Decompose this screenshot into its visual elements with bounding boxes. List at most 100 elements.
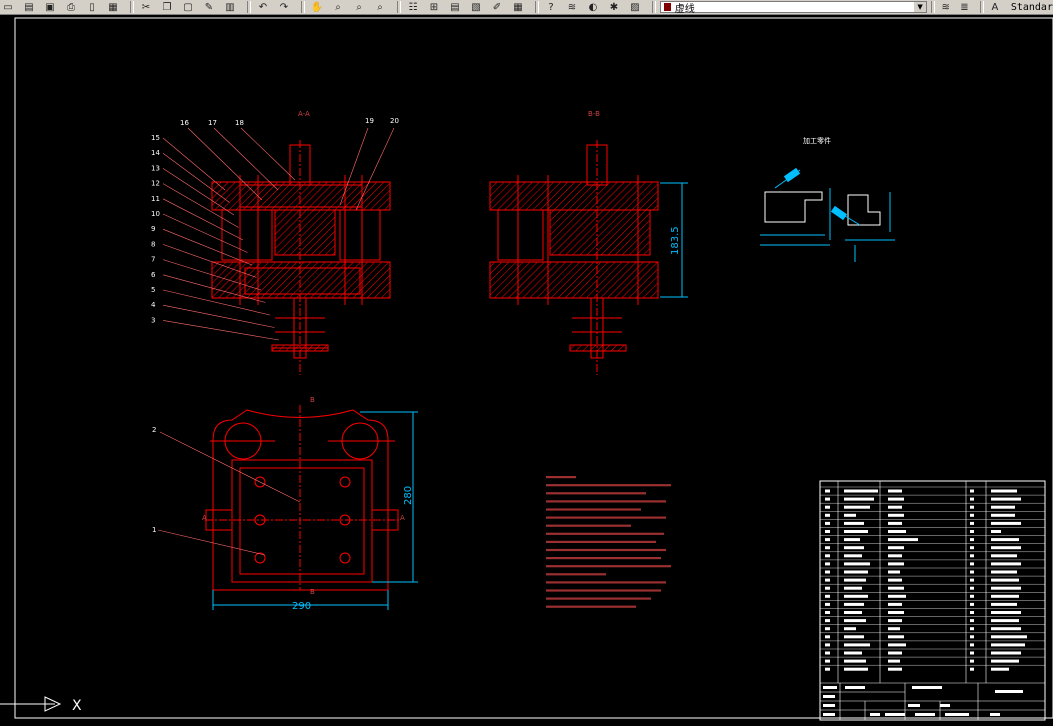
publish-icon[interactable]: ▦ [105,1,121,14]
parts-list-code [844,643,870,647]
layer-previous-icon[interactable]: ≋ [939,1,953,14]
section-view-aa: A-A [211,110,391,375]
layer-lock-icon[interactable]: ▨ [627,1,643,14]
parts-list-name [888,627,900,631]
parts-list-code [844,651,862,655]
part-numbers-top: 16 17 18 19 20 [180,117,399,127]
drawing-canvas[interactable]: A-A 1514131211109876543 16 17 18 19 20 B… [0,15,1053,726]
parts-list-index [825,578,830,582]
properties-icon[interactable]: ☷ [405,1,421,14]
dim-height-text: 183.5 [670,226,681,255]
view-mark-b-bottom: B [310,588,315,596]
parts-list-index [825,643,830,647]
dimension-height: 183.5 [660,182,688,298]
zoom-previous-icon[interactable]: ⌕ [372,1,388,14]
ucs-icon: X [0,696,82,714]
parts-list-index [825,659,830,663]
right-guide-block [339,209,381,261]
parts-list-qty [970,659,974,663]
parts-list-material [991,586,1021,590]
leader-3 [162,320,280,341]
help-icon[interactable]: ? [543,1,559,14]
parts-list-material [991,619,1019,623]
parts-list-code [844,570,868,574]
new-icon[interactable]: ▭ [0,1,16,14]
markup-icon[interactable]: ✐ [489,1,505,14]
toolbar-separator [980,1,985,13]
open-icon[interactable]: ▤ [21,1,37,14]
parts-list-index [825,570,830,574]
sheet-set-icon[interactable]: ▧ [468,1,484,14]
part-number-7: 7 [151,256,155,264]
layer-manager-icon[interactable]: ≋ [564,1,580,14]
design-center-icon[interactable]: ⊞ [426,1,442,14]
copy-icon[interactable]: ❐ [159,1,175,14]
part-number-13: 13 [151,164,160,172]
pan-icon[interactable]: ✋ [309,1,325,14]
parts-list-name [888,635,904,639]
part-number-12: 12 [151,180,160,188]
ucs-x-label: X [72,698,82,714]
part-number-2: 2 [152,426,156,434]
quickcalc-icon[interactable]: ▦ [510,1,526,14]
leader-10 [162,213,248,253]
save-icon[interactable]: ▣ [42,1,58,14]
parts-list-material [991,643,1025,647]
parts-list-code [844,530,868,533]
parts-list-qty [970,546,974,550]
text-style-name[interactable]: Standar [1011,2,1053,13]
parts-list-qty [970,530,974,533]
undo-icon[interactable]: ↶ [255,1,271,14]
parts-list-index [825,505,830,509]
zoom-window-icon[interactable]: ⌕ [351,1,367,14]
plan-inner-rect [239,467,365,575]
block-editor-icon[interactable]: ▥ [222,1,238,14]
parts-list-name [888,538,918,542]
parts-list-qty [970,619,974,623]
plan-leaders [157,431,301,556]
leader-4 [162,304,275,328]
parts-list-name [888,594,906,598]
match-properties-icon[interactable]: ✎ [201,1,217,14]
redo-icon[interactable]: ↷ [276,1,292,14]
parts-list-qty [970,602,974,606]
layer-freeze-icon[interactable]: ✱ [606,1,622,14]
parts-list-qty [970,627,974,631]
parts-list-material [991,578,1019,582]
ejector-washer [271,344,329,352]
parts-list-index [825,513,830,517]
cut-icon[interactable]: ✂ [138,1,154,14]
plot-preview-icon[interactable]: ▯ [84,1,100,14]
parts-list-name [888,667,902,671]
parts-list-material [991,521,1021,525]
workpiece-profile-1 [764,191,823,223]
tool-palettes-icon[interactable]: ▤ [447,1,463,14]
layer-dropdown[interactable]: 虚线 ▼ [659,1,928,14]
layer-on-icon[interactable]: ◐ [585,1,601,14]
zoom-realtime-icon[interactable]: ⌕ [330,1,346,14]
parts-list-index [825,530,830,533]
section-label-aa: A-A [298,110,310,118]
layer-states-icon[interactable]: ≣ [958,1,972,14]
text-style-icon[interactable]: A [988,1,1002,14]
leader-2 [159,431,301,503]
lower-plate [211,261,391,299]
middle-block-bb [549,209,651,256]
paste-icon[interactable]: ▢ [180,1,196,14]
toolbar-separator [397,1,401,13]
parts-list-material [991,562,1021,566]
bolt-hole-4 [339,552,351,564]
parts-list-name [888,611,904,614]
parts-list-code [844,586,862,590]
parts-list-qty [970,513,974,517]
title-block-text [995,690,1023,693]
chevron-down-icon[interactable]: ▼ [914,2,927,12]
print-icon[interactable]: ⎙ [63,1,79,14]
parts-list-qty [970,489,974,493]
part-number-14: 14 [151,149,160,157]
part-leaders-left [162,137,280,341]
part-number-6: 6 [151,271,156,279]
tech-req-line [546,565,671,568]
lower-plate-bb [489,261,659,299]
standard-toolbar: ▭ ▤ ▣ ⎙ ▯ ▦ ✂ ❐ ▢ ✎ ▥ ↶ ↷ ✋ ⌕ ⌕ ⌕ ☷ ⊞ ▤ ▧ ✐ ▦? ≋ ◐ ✱ ▨ 虚线 ▼ ≋ ≣ A … [0,0,1053,15]
